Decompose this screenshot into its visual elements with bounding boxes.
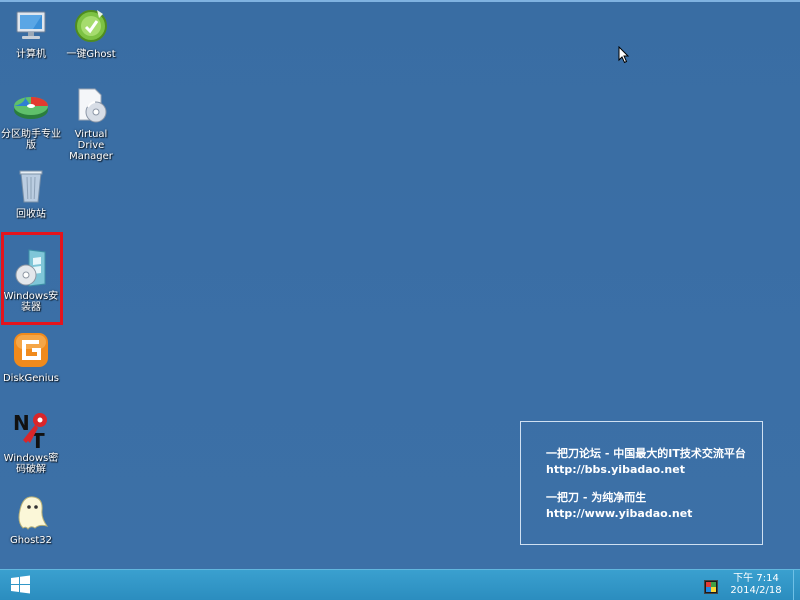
desktop-icon-label: 一键Ghost	[66, 49, 116, 60]
desktop-icon-label: Windows密码破解	[3, 453, 59, 475]
start-button[interactable]	[6, 573, 36, 597]
desktop-icon-virtual-drive[interactable]: Virtual Drive Manager	[61, 86, 121, 162]
windows-installer-icon	[11, 248, 51, 288]
desktop-icon-ghost32[interactable]: Ghost32	[1, 492, 61, 546]
desktop-icon-windows-installer[interactable]: Windows安装器	[1, 248, 61, 313]
show-desktop-button[interactable]	[793, 570, 800, 600]
clock-date: 2014/2/18	[730, 585, 782, 596]
forum-slogan: 一把刀论坛 - 中国最大的IT技术交流平台	[546, 447, 746, 460]
windows-logo-icon	[11, 575, 30, 594]
desktop-top-border	[0, 0, 800, 2]
svg-text:N: N	[13, 411, 30, 435]
computer-icon	[11, 6, 51, 46]
mouse-cursor	[618, 45, 630, 64]
virtual-drive-icon	[71, 86, 111, 126]
diskgenius-icon	[11, 330, 51, 370]
wallpaper-info-panel: 一把刀论坛 - 中国最大的IT技术交流平台 http://bbs.yibadao…	[520, 421, 763, 545]
taskbar: 下午 7:14 2014/2/18	[0, 569, 800, 600]
taskbar-clock[interactable]: 下午 7:14 2014/2/18	[728, 573, 784, 597]
desktop-icon-label: Virtual Drive Manager	[69, 129, 113, 162]
forum-url: http://bbs.yibadao.net	[546, 463, 685, 476]
desktop-icon-computer[interactable]: 计算机	[1, 6, 61, 60]
desktop-icon-label: DiskGenius	[2, 373, 60, 384]
ghost32-icon	[11, 492, 51, 532]
site-url: http://www.yibadao.net	[546, 507, 693, 520]
desktop-icon-label: Windows安装器	[3, 291, 59, 313]
desktop-icon-label: 回收站	[16, 209, 46, 220]
partition-assistant-icon	[11, 86, 51, 126]
desktop-icon-password-crack[interactable]: N T Windows密码破解	[1, 410, 61, 475]
desktop-icon-partition-assistant[interactable]: 分区助手专业版	[1, 86, 61, 151]
desktop-icon-label: 计算机	[16, 49, 46, 60]
network-tray-icon[interactable]	[704, 579, 718, 594]
desktop-icon-label: 分区助手专业版	[1, 129, 61, 151]
desktop-icon-recycle-bin[interactable]: 回收站	[1, 166, 61, 220]
desktop-icon-diskgenius[interactable]: DiskGenius	[1, 330, 61, 384]
password-crack-icon: N T	[11, 410, 51, 453]
desktop-icon-onekey-ghost[interactable]: 一键Ghost	[61, 6, 121, 60]
site-slogan: 一把刀 - 为纯净而生	[546, 491, 647, 504]
desktop-icon-label: Ghost32	[9, 535, 53, 546]
clock-time: 下午 7:14	[733, 573, 779, 584]
recycle-bin-icon	[11, 166, 51, 206]
ghost-onekey-icon	[71, 6, 111, 46]
